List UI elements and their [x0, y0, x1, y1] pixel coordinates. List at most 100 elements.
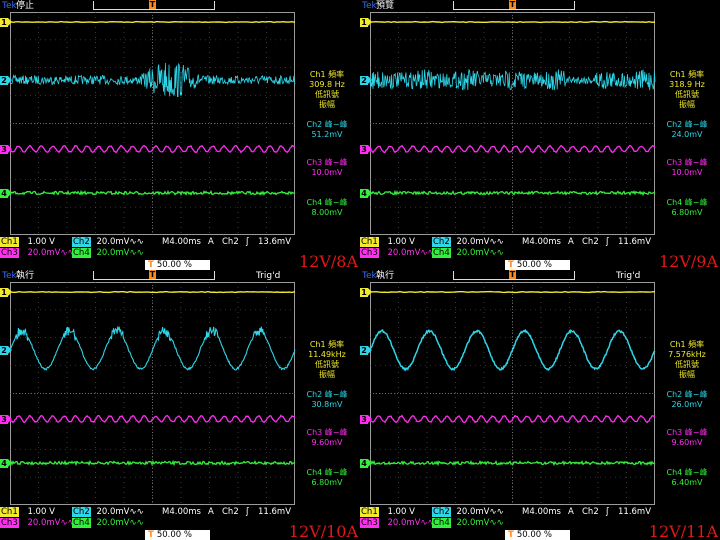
measurement-ch3-pp[interactable]: Ch3 峰−峰 9.60mV: [657, 428, 717, 448]
measurement-ch2-pp[interactable]: Ch2 峰−峰 26.0mV: [657, 390, 717, 410]
graticule: [370, 282, 655, 505]
trigger-position-marker[interactable]: T: [149, 0, 156, 9]
ch2-tag[interactable]: Ch2: [432, 237, 451, 247]
ch3-ground-marker[interactable]: 3: [360, 145, 372, 154]
ch1-tag[interactable]: Ch1: [360, 237, 379, 247]
meas-note: 振幅: [679, 100, 695, 109]
trigger-position-marker[interactable]: T: [149, 270, 156, 279]
horizontal-position[interactable]: T 50.00 %: [505, 260, 570, 270]
ch4-ground-marker[interactable]: 4: [0, 189, 12, 198]
measurement-ch1-freq[interactable]: Ch1 頻率 318.9 Hz 低訊號 振幅: [657, 70, 717, 110]
ch4-tag[interactable]: Ch4: [432, 518, 451, 528]
trigger-position-marker[interactable]: T: [509, 0, 516, 9]
ch3-tag[interactable]: Ch3: [360, 518, 379, 528]
measurement-ch1-freq[interactable]: Ch1 頻率 11.49kHz 低訊號 振幅: [297, 340, 357, 380]
meas-note: 低訊號: [675, 360, 699, 369]
ch4-ground-marker[interactable]: 4: [360, 189, 372, 198]
measurement-ch3-pp[interactable]: Ch3 峰−峰 10.0mV: [297, 158, 357, 178]
measurement-ch4-pp[interactable]: Ch4 峰−峰 8.00mV: [297, 198, 357, 218]
ch1-ground-marker[interactable]: 1: [360, 288, 372, 297]
ch4-tag[interactable]: Ch4: [72, 248, 91, 258]
meas-value: 9.60mV: [311, 438, 343, 447]
ch3-tag[interactable]: Ch3: [0, 518, 19, 528]
meas-value: 11.49kHz: [308, 350, 346, 359]
ch3-tag[interactable]: Ch3: [0, 248, 19, 258]
ch4-tag[interactable]: Ch4: [432, 248, 451, 258]
brand-logo: Tek: [2, 1, 17, 11]
horizontal-position[interactable]: T 50.00 %: [505, 530, 570, 540]
ch4-ground-marker[interactable]: 4: [0, 459, 12, 468]
ch4-ground-marker[interactable]: 4: [360, 459, 372, 468]
test-condition-label: 12V/11A: [648, 522, 718, 540]
acquisition-state: 執行: [376, 271, 395, 281]
meas-note: 低訊號: [315, 90, 339, 99]
measurement-ch2-pp[interactable]: Ch2 峰−峰 24.0mV: [657, 120, 717, 140]
position-value: 50.00 %: [516, 530, 552, 540]
settings-readout: Ch1 1.00 V Ch2 20.0mV∿∿ M4.00ms A Ch2 ʃ …: [360, 506, 660, 540]
meas-note: 低訊號: [675, 90, 699, 99]
bandwidth-limit-icon: ∿∿: [129, 248, 144, 258]
ch3-ground-marker[interactable]: 3: [0, 415, 12, 424]
measurement-ch4-pp[interactable]: Ch4 峰−峰 6.40mV: [657, 468, 717, 488]
measurement-ch1-freq[interactable]: Ch1 頻率 7.576kHz 低訊號 振幅: [657, 340, 717, 380]
horizontal-position[interactable]: T 50.00 %: [145, 260, 210, 270]
ch2-tag[interactable]: Ch2: [72, 237, 91, 247]
measurement-ch4-pp[interactable]: Ch4 峰−峰 6.80mV: [657, 198, 717, 218]
meas-note: 振幅: [679, 370, 695, 379]
trigger-source: A: [568, 507, 574, 517]
ch1-ground-marker[interactable]: 1: [0, 18, 12, 27]
measurement-ch2-pp[interactable]: Ch2 峰−峰 30.8mV: [297, 390, 357, 410]
measurement-ch3-pp[interactable]: Ch3 峰−峰 10.0mV: [657, 158, 717, 178]
timebase: M4.00ms: [522, 507, 561, 517]
ch2-ground-marker[interactable]: 2: [360, 346, 372, 355]
meas-value: 9.60mV: [671, 438, 703, 447]
ch2-scale: 20.0mV: [456, 237, 490, 247]
horizontal-position[interactable]: T 50.00 %: [145, 530, 210, 540]
ch3-ground-marker[interactable]: 3: [0, 145, 12, 154]
status-bar: Tek 執行 T Trig'd: [0, 270, 360, 282]
meas-value: 6.80mV: [311, 478, 343, 487]
ch1-tag[interactable]: Ch1: [0, 237, 19, 247]
trigger-level: 11.6mV: [258, 507, 292, 517]
trigger-level: 11.6mV: [618, 507, 652, 517]
ch4-tag[interactable]: Ch4: [72, 518, 91, 528]
measurement-ch4-pp[interactable]: Ch4 峰−峰 6.80mV: [297, 468, 357, 488]
ch1-ground-marker[interactable]: 1: [360, 18, 372, 27]
position-value: 50.00 %: [516, 260, 552, 270]
meas-label: Ch3 峰−峰: [666, 428, 708, 437]
measurement-ch3-pp[interactable]: Ch3 峰−峰 9.60mV: [297, 428, 357, 448]
ch1-ground-marker[interactable]: 1: [0, 288, 12, 297]
bandwidth-limit-icon: ∿∿: [489, 248, 504, 258]
ch3-ground-marker[interactable]: 3: [360, 415, 372, 424]
trigger-channel: Ch2: [582, 507, 599, 517]
meas-label: Ch4 峰−峰: [666, 468, 708, 477]
scope-panel: Tek 預覽 T 1 2 3 4 Ch1 頻率 318.9 Hz 低訊號 振幅 …: [360, 0, 720, 270]
measurement-ch1-freq[interactable]: Ch1 頻率 309.8 Hz 低訊號 振幅: [297, 70, 357, 110]
ch3-tag[interactable]: Ch3: [360, 248, 379, 258]
brand-logo: Tek: [362, 1, 377, 11]
status-bar: Tek 執行 T Trig'd: [360, 270, 720, 282]
ch1-scale: 1.00 V: [27, 507, 55, 517]
meas-label: Ch1 頻率: [669, 70, 705, 79]
meas-note: 振幅: [319, 370, 335, 379]
trigger-position-marker[interactable]: T: [509, 270, 516, 279]
meas-label: Ch2 峰−峰: [666, 120, 708, 129]
ch3-scale: 20.0mV: [27, 518, 61, 528]
ch2-ground-marker[interactable]: 2: [0, 346, 12, 355]
bandwidth-limit-icon: ∿∿: [489, 518, 504, 528]
ch2-tag[interactable]: Ch2: [72, 507, 91, 517]
settings-readout: Ch1 1.00 V Ch2 20.0mV∿∿ M4.00ms A Ch2 ʃ …: [0, 506, 300, 540]
ch1-tag[interactable]: Ch1: [360, 507, 379, 517]
ch4-scale: 20.0mV: [96, 518, 130, 528]
ch2-tag[interactable]: Ch2: [432, 507, 451, 517]
meas-value: 30.8mV: [311, 400, 343, 409]
trigger-glyph: T: [508, 260, 514, 270]
ch2-ground-marker[interactable]: 2: [0, 76, 12, 85]
measurement-ch2-pp[interactable]: Ch2 峰−峰 51.2mV: [297, 120, 357, 140]
ch3-scale: 20.0mV: [27, 248, 61, 258]
settings-readout: Ch1 1.00 V Ch2 20.0mV∿∿ M4.00ms A Ch2 ʃ …: [0, 236, 300, 270]
ch2-ground-marker[interactable]: 2: [360, 76, 372, 85]
ch1-tag[interactable]: Ch1: [0, 507, 19, 517]
scope-panel: Tek 執行 T Trig'd 1 2 3 4 Ch1 頻率 7.576kHz …: [360, 270, 720, 540]
bandwidth-limit-icon: ∿∿: [129, 518, 144, 528]
